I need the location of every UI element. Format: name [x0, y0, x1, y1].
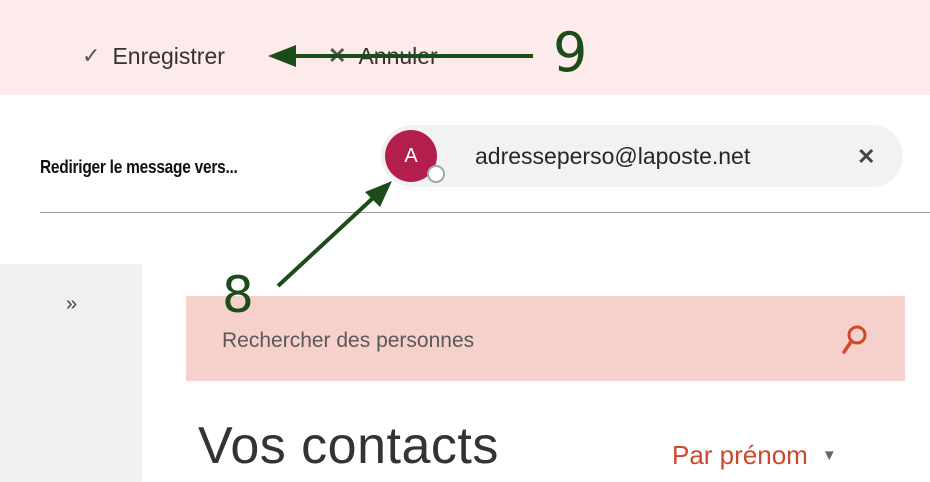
save-button-label: Enregistrer: [112, 42, 225, 69]
checkmark-icon: ✓: [82, 43, 101, 68]
expand-icon[interactable]: »: [66, 293, 77, 316]
avatar-initial: A: [404, 144, 418, 167]
redirect-row: Rediriger le message vers... A adressepe…: [0, 110, 930, 210]
sort-label: Par prénom: [672, 440, 808, 470]
contacts-title: Vos contacts: [198, 417, 499, 475]
caret-down-icon: ▼: [821, 447, 837, 464]
people-side-rail: »: [0, 264, 142, 482]
cancel-button[interactable]: ✕ Annuler: [328, 38, 438, 74]
recipient-email: adresseperso@laposte.net: [475, 143, 751, 169]
presence-icon: [427, 165, 445, 183]
search-input[interactable]: [222, 324, 802, 358]
remove-recipient-icon[interactable]: ✕: [857, 144, 875, 170]
close-icon: ✕: [328, 43, 347, 68]
sort-dropdown[interactable]: Par prénom ▼: [672, 440, 837, 471]
redirect-label: Rediriger le message vers...: [40, 157, 238, 177]
cancel-button-label: Annuler: [358, 42, 438, 69]
recipient-divider: [40, 212, 930, 213]
command-bar: ✓ Enregistrer ✕ Annuler: [0, 0, 930, 95]
people-search: [186, 296, 905, 381]
save-button[interactable]: ✓ Enregistrer: [82, 38, 225, 74]
search-icon[interactable]: [841, 324, 869, 356]
recipient-chip[interactable]: A adresseperso@laposte.net ✕: [381, 125, 903, 187]
